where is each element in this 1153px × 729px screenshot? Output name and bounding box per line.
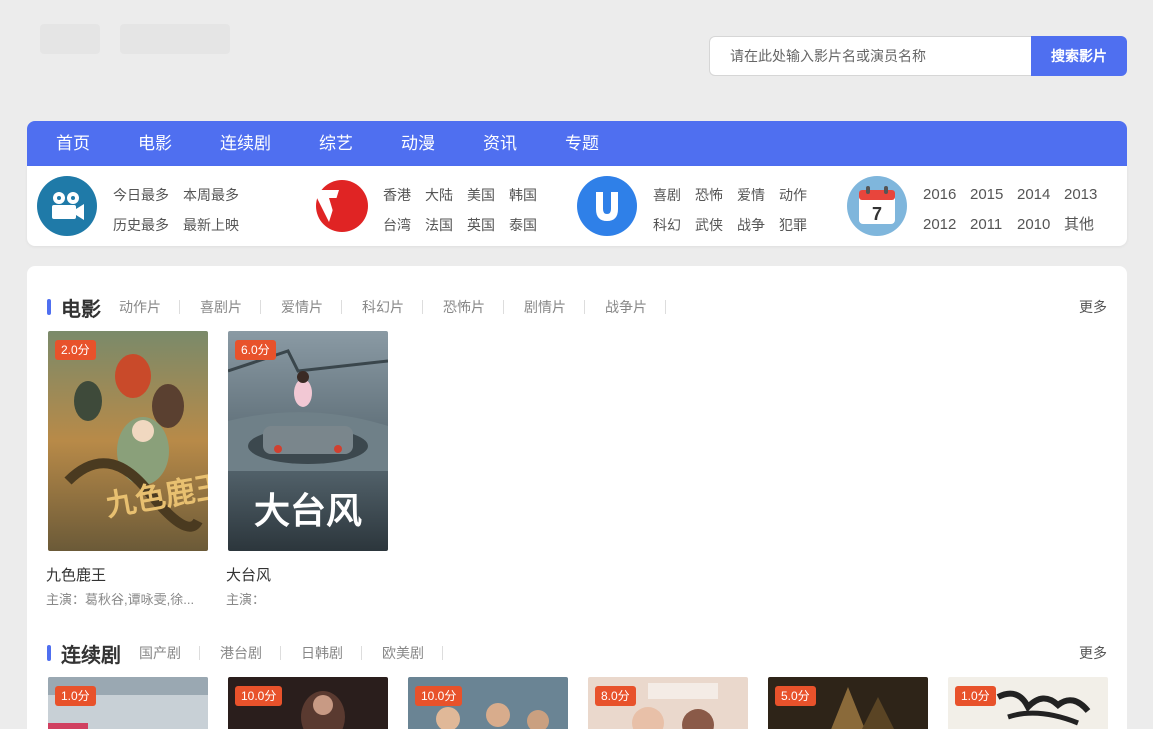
tag-link[interactable]: 国产剧	[139, 646, 200, 660]
category-link[interactable]: 2010	[1017, 210, 1064, 240]
tag-link[interactable]: 动作片	[119, 300, 180, 314]
tag-link[interactable]: 喜剧片	[200, 300, 261, 314]
category-link[interactable]: 香港	[383, 180, 425, 210]
score-badge: 10.0分	[415, 686, 463, 706]
tag-link[interactable]: 港台剧	[220, 646, 281, 660]
category-link[interactable]: 2013	[1064, 180, 1111, 210]
category-link[interactable]: 武侠	[695, 210, 737, 240]
nav-news[interactable]: 资讯	[483, 121, 517, 166]
nav-topics[interactable]: 专题	[565, 121, 599, 166]
series-card[interactable]: 1.0分	[48, 677, 208, 729]
series-card[interactable]: 10.0分	[228, 677, 388, 729]
nav-home[interactable]: 首页	[56, 121, 90, 166]
score-badge: 6.0分	[235, 340, 276, 360]
tag-link[interactable]: 恐怖片	[443, 300, 504, 314]
movie-title[interactable]: 九色鹿王	[46, 564, 208, 585]
nav-variety[interactable]: 综艺	[319, 121, 353, 166]
score-badge: 1.0分	[55, 686, 96, 706]
tag-link[interactable]: 爱情片	[281, 300, 342, 314]
tag-link[interactable]: 科幻片	[362, 300, 423, 314]
category-link[interactable]: 爱情	[737, 180, 779, 210]
section-title[interactable]: 连续剧	[61, 639, 121, 668]
category-link[interactable]: 韩国	[509, 180, 551, 210]
category-years: 2016 2015 2014 2013 2012 2011 2010 其他	[923, 180, 1111, 240]
nav-movies[interactable]: 电影	[138, 121, 172, 166]
category-link[interactable]: 犯罪	[779, 210, 821, 240]
category-link[interactable]: 英国	[467, 210, 509, 240]
category-genres: 喜剧 恐怖 爱情 动作 科幻 武侠 战争 犯罪	[653, 180, 821, 240]
category-link[interactable]: 最新上映	[183, 210, 253, 240]
calendar-icon: 7	[847, 176, 907, 236]
movie-actors: 主演：葛秋谷,谭咏雯,徐...	[46, 592, 195, 607]
score-badge: 5.0分	[775, 686, 816, 706]
category-strip: 今日最多 本周最多 历史最多 最新上映 香港 大陆 美国 韩国 台湾 法国 英国…	[27, 166, 1127, 246]
category-regions: 香港 大陆 美国 韩国 台湾 法国 英国 泰国	[383, 180, 551, 240]
series-tags: 国产剧 港台剧 日韩剧 欧美剧	[139, 646, 463, 660]
category-link[interactable]: 战争	[737, 210, 779, 240]
category-link[interactable]: 恐怖	[695, 180, 737, 210]
nav-series[interactable]: 连续剧	[220, 121, 271, 166]
category-link[interactable]: 法国	[425, 210, 467, 240]
category-link[interactable]: 其他	[1064, 210, 1111, 240]
category-link[interactable]: 2014	[1017, 180, 1064, 210]
series-card[interactable]: 1.0分	[948, 677, 1108, 729]
category-link[interactable]: 科幻	[653, 210, 695, 240]
more-link[interactable]: 更多	[1079, 297, 1107, 317]
series-section-header: 连续剧 国产剧 港台剧 日韩剧 欧美剧 更多	[47, 639, 1107, 668]
category-link[interactable]: 大陆	[425, 180, 467, 210]
score-badge: 1.0分	[955, 686, 996, 706]
tag-link[interactable]: 剧情片	[524, 300, 585, 314]
movie-tags: 动作片 喜剧片 爱情片 科幻片 恐怖片 剧情片 战争片	[119, 300, 686, 314]
movie-poster[interactable]: 大台风 6.0分	[228, 331, 388, 551]
movies-section-header: 电影 动作片 喜剧片 爱情片 科幻片 恐怖片 剧情片 战争片 更多	[47, 293, 1107, 322]
series-card[interactable]: 8.0分	[588, 677, 748, 729]
movie-card[interactable]: 大台风 6.0分 大台风 主演：	[226, 331, 388, 608]
category-link[interactable]: 喜剧	[653, 180, 695, 210]
film-camera-icon	[37, 176, 97, 236]
category-link[interactable]: 2016	[923, 180, 970, 210]
category-link[interactable]: 2012	[923, 210, 970, 240]
score-badge: 2.0分	[55, 340, 96, 360]
poster-title-text: 大台风	[254, 491, 362, 532]
search-bar: 搜索影片	[709, 36, 1127, 76]
series-card[interactable]: 5.0分	[768, 677, 928, 729]
score-badge: 8.0分	[595, 686, 636, 706]
category-link[interactable]: 本周最多	[183, 180, 253, 210]
calendar-day: 7	[872, 204, 882, 224]
more-link[interactable]: 更多	[1079, 643, 1107, 663]
section-marker	[47, 299, 51, 315]
tag-link[interactable]: 日韩剧	[301, 646, 362, 660]
movie-title[interactable]: 大台风	[226, 564, 388, 585]
nav-anime[interactable]: 动漫	[401, 121, 435, 166]
movie-card[interactable]: 九色鹿王 2.0分 九色鹿王 主演：葛秋谷,谭咏雯,徐...	[46, 331, 208, 608]
search-button[interactable]: 搜索影片	[1031, 36, 1127, 76]
section-title[interactable]: 电影	[61, 293, 101, 322]
score-badge: 10.0分	[235, 686, 283, 706]
content-panel: 电影 动作片 喜剧片 爱情片 科幻片 恐怖片 剧情片 战争片 更多 九色鹿王 2…	[27, 266, 1127, 729]
category-link[interactable]: 动作	[779, 180, 821, 210]
movie-poster[interactable]: 九色鹿王 2.0分	[48, 331, 208, 551]
tag-link[interactable]: 欧美剧	[382, 646, 443, 660]
movie-actors: 主演：	[226, 592, 266, 607]
search-input[interactable]	[709, 36, 1031, 76]
site-logo[interactable]	[40, 18, 240, 62]
u-logo-icon	[577, 176, 637, 236]
category-rankings: 今日最多 本周最多 历史最多 最新上映	[113, 180, 253, 240]
category-link[interactable]: 今日最多	[113, 180, 183, 210]
series-card[interactable]: 10.0分	[408, 677, 568, 729]
category-link[interactable]: 历史最多	[113, 210, 183, 240]
category-link[interactable]: 2015	[970, 180, 1017, 210]
play-logo-icon	[309, 176, 369, 236]
category-link[interactable]: 泰国	[509, 210, 551, 240]
tag-link[interactable]: 战争片	[605, 300, 666, 314]
section-marker	[47, 645, 51, 661]
main-nav: 首页 电影 连续剧 综艺 动漫 资讯 专题	[27, 121, 1127, 166]
category-link[interactable]: 2011	[970, 210, 1017, 240]
category-link[interactable]: 美国	[467, 180, 509, 210]
category-link[interactable]: 台湾	[383, 210, 425, 240]
